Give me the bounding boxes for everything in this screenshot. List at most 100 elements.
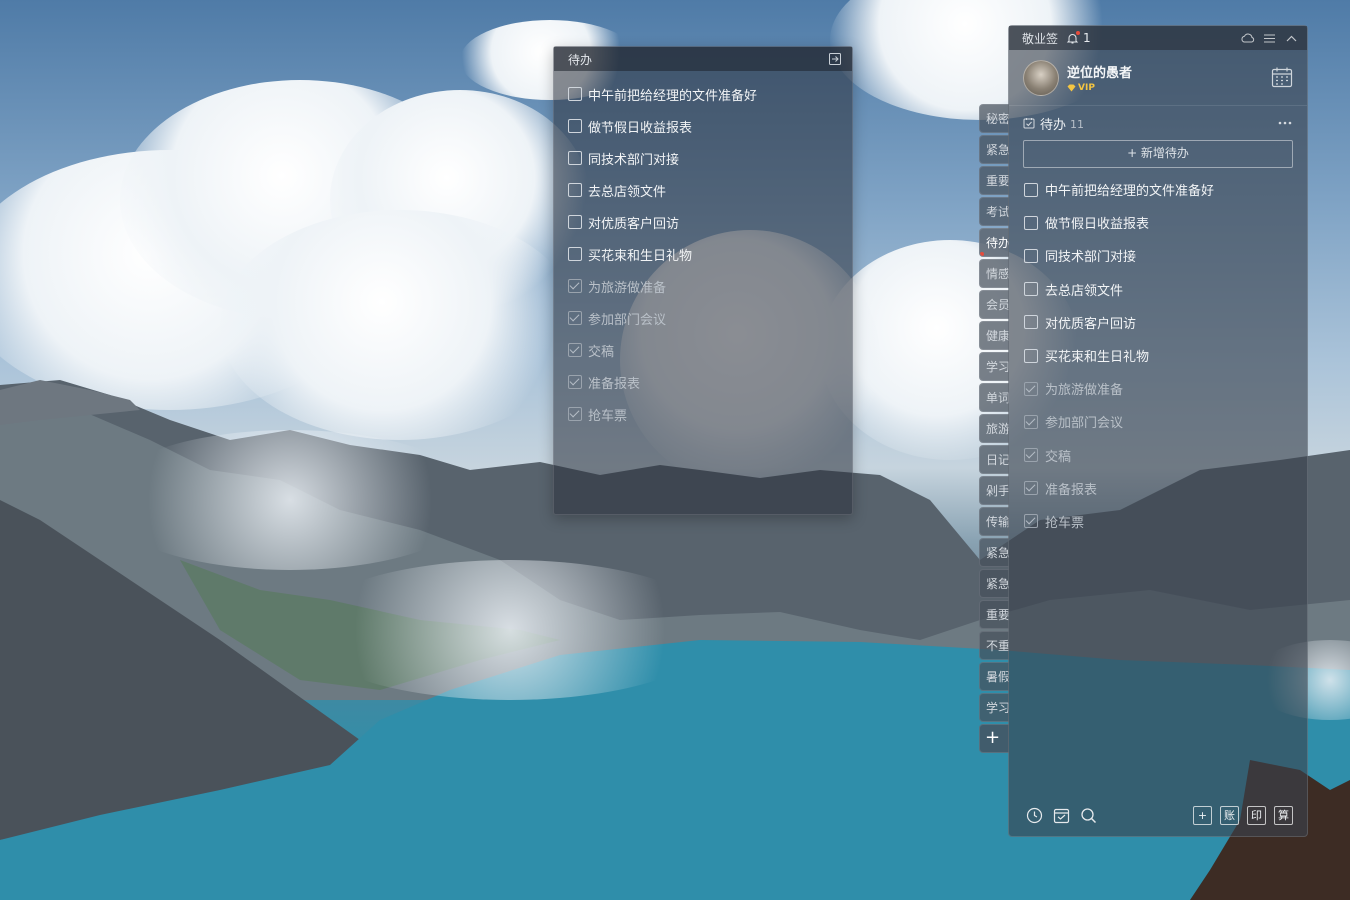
task-checkbox-checked[interactable] <box>568 279 582 293</box>
task-checkbox[interactable] <box>1024 248 1038 263</box>
vip-label: VIP <box>1078 83 1095 93</box>
task-item[interactable]: 中午前把给经理的文件准备好 <box>554 78 852 110</box>
cloud-sync-icon[interactable] <box>1240 31 1255 46</box>
task-checkbox-checked[interactable] <box>568 407 582 421</box>
app-name: 敬业签 <box>1022 31 1059 46</box>
tab-category[interactable]: 日记 <box>979 445 1009 474</box>
task-item-done[interactable]: 参加部门会议 <box>554 302 852 334</box>
task-checkbox-checked[interactable] <box>1024 381 1038 396</box>
task-item-done[interactable]: 抢车票 <box>1009 505 1307 538</box>
task-item[interactable]: 做节假日收益报表 <box>1009 206 1307 239</box>
ledger-button[interactable]: 账 <box>1220 805 1239 825</box>
task-label: 买花束和生日礼物 <box>1045 350 1150 366</box>
section-header: 待办 11 <box>1009 106 1307 140</box>
tab-category[interactable]: 情感 <box>979 259 1009 288</box>
task-checkbox-checked[interactable] <box>1024 481 1038 496</box>
task-item-done[interactable]: 准备报表 <box>1009 472 1307 505</box>
task-checkbox-checked[interactable] <box>1024 514 1038 529</box>
task-item-done[interactable]: 交稿 <box>554 334 852 366</box>
tab-category[interactable]: 紧急 <box>979 569 1009 598</box>
task-checkbox[interactable] <box>1024 348 1038 363</box>
task-checkbox-checked[interactable] <box>1024 448 1038 463</box>
tab-category[interactable]: 会员 <box>979 290 1009 319</box>
task-checkbox[interactable] <box>568 247 582 261</box>
calculator-button[interactable]: 算 <box>1274 805 1293 825</box>
add-todo-button[interactable]: + 新增待办 <box>1023 140 1293 168</box>
task-item-done[interactable]: 准备报表 <box>554 366 852 398</box>
floating-todo-note[interactable]: 待办 中午前把给经理的文件准备好 做节假日收益报表 同技术部门对接 去总店领文件… <box>553 46 853 515</box>
dock-to-panel-icon[interactable] <box>828 52 842 66</box>
checklist-icon[interactable] <box>1053 807 1070 824</box>
menu-icon[interactable] <box>1262 31 1277 46</box>
stamp-button[interactable]: 印 <box>1247 805 1266 825</box>
tab-category[interactable]: 紧急 <box>979 538 1009 567</box>
task-item[interactable]: 同技术部门对接 <box>1009 239 1307 272</box>
task-item[interactable]: 中午前把给经理的文件准备好 <box>1009 173 1307 206</box>
title-bar[interactable]: 敬业签 1 <box>1009 26 1307 50</box>
task-item[interactable]: 做节假日收益报表 <box>554 110 852 142</box>
user-name: 逆位的愚者 <box>1067 66 1133 81</box>
task-item[interactable]: 去总店领文件 <box>1009 273 1307 306</box>
note-header[interactable]: 待办 <box>554 47 852 71</box>
task-checkbox[interactable] <box>568 87 582 101</box>
task-checkbox[interactable] <box>568 119 582 133</box>
tab-category[interactable]: 紧急 <box>979 135 1009 164</box>
task-item[interactable]: 去总店领文件 <box>554 174 852 206</box>
task-checkbox[interactable] <box>1024 282 1038 297</box>
task-checkbox[interactable] <box>1024 215 1038 230</box>
calendar-icon[interactable] <box>1271 66 1293 88</box>
task-label: 同技术部门对接 <box>1045 250 1137 266</box>
note-title: 待办 <box>568 52 593 67</box>
task-item[interactable]: 对优质客户回访 <box>1009 306 1307 339</box>
task-item[interactable]: 买花束和生日礼物 <box>554 238 852 270</box>
clock-icon[interactable] <box>1026 807 1043 824</box>
tab-category-active[interactable]: 待办 <box>979 228 1009 257</box>
task-checkbox[interactable] <box>568 215 582 229</box>
tab-category[interactable]: 传输 <box>979 507 1009 536</box>
task-item[interactable]: 买花束和生日礼物 <box>1009 339 1307 372</box>
tab-category[interactable]: 学习 <box>979 693 1009 722</box>
task-label: 准备报表 <box>588 376 641 392</box>
collapse-icon[interactable] <box>1284 31 1299 46</box>
tab-category[interactable]: 单词 <box>979 383 1009 412</box>
section-title: 待办 <box>1040 117 1067 133</box>
tab-category[interactable]: 重要 <box>979 600 1009 629</box>
tab-category[interactable]: 学习 <box>979 352 1009 381</box>
tab-category[interactable]: 重要 <box>979 166 1009 195</box>
task-checkbox-checked[interactable] <box>1024 414 1038 429</box>
note-task-list: 中午前把给经理的文件准备好 做节假日收益报表 同技术部门对接 去总店领文件 对优… <box>554 71 852 430</box>
task-item-done[interactable]: 为旅游做准备 <box>1009 372 1307 405</box>
tab-category[interactable]: 旅游 <box>979 414 1009 443</box>
avatar[interactable] <box>1023 59 1059 96</box>
tab-category[interactable]: 剁手 <box>979 476 1009 505</box>
notification-count: 1 <box>1083 31 1091 45</box>
task-checkbox[interactable] <box>568 151 582 165</box>
task-checkbox-checked[interactable] <box>568 311 582 325</box>
notification-dot <box>1076 30 1081 35</box>
task-label: 交稿 <box>588 344 615 360</box>
task-item-done[interactable]: 参加部门会议 <box>1009 405 1307 438</box>
search-icon[interactable] <box>1080 807 1097 824</box>
task-label: 参加部门会议 <box>588 312 667 328</box>
add-category-button[interactable]: + <box>979 724 1009 753</box>
task-item-done[interactable]: 抢车票 <box>554 398 852 430</box>
tab-category[interactable]: 暑假 <box>979 662 1009 691</box>
task-checkbox-checked[interactable] <box>568 343 582 357</box>
task-checkbox[interactable] <box>1024 315 1038 330</box>
task-item[interactable]: 对优质客户回访 <box>554 206 852 238</box>
tab-category[interactable]: 秘密 <box>979 104 1009 133</box>
task-item-done[interactable]: 交稿 <box>1009 439 1307 472</box>
task-checkbox[interactable] <box>1024 182 1038 197</box>
task-checkbox[interactable] <box>568 183 582 197</box>
new-note-button[interactable]: + <box>1193 805 1212 825</box>
tab-category[interactable]: 考试 <box>979 197 1009 226</box>
more-icon[interactable] <box>1277 120 1293 126</box>
bell-icon[interactable] <box>1066 30 1081 45</box>
task-item[interactable]: 同技术部门对接 <box>554 142 852 174</box>
tab-category[interactable]: 不重 <box>979 631 1009 660</box>
tab-category[interactable]: 健康 <box>979 321 1009 350</box>
panel-task-list: 中午前把给经理的文件准备好 做节假日收益报表 同技术部门对接 去总店领文件 对优… <box>1009 168 1307 538</box>
todo-icon <box>1023 118 1035 129</box>
task-checkbox-checked[interactable] <box>568 375 582 389</box>
task-item-done[interactable]: 为旅游做准备 <box>554 270 852 302</box>
